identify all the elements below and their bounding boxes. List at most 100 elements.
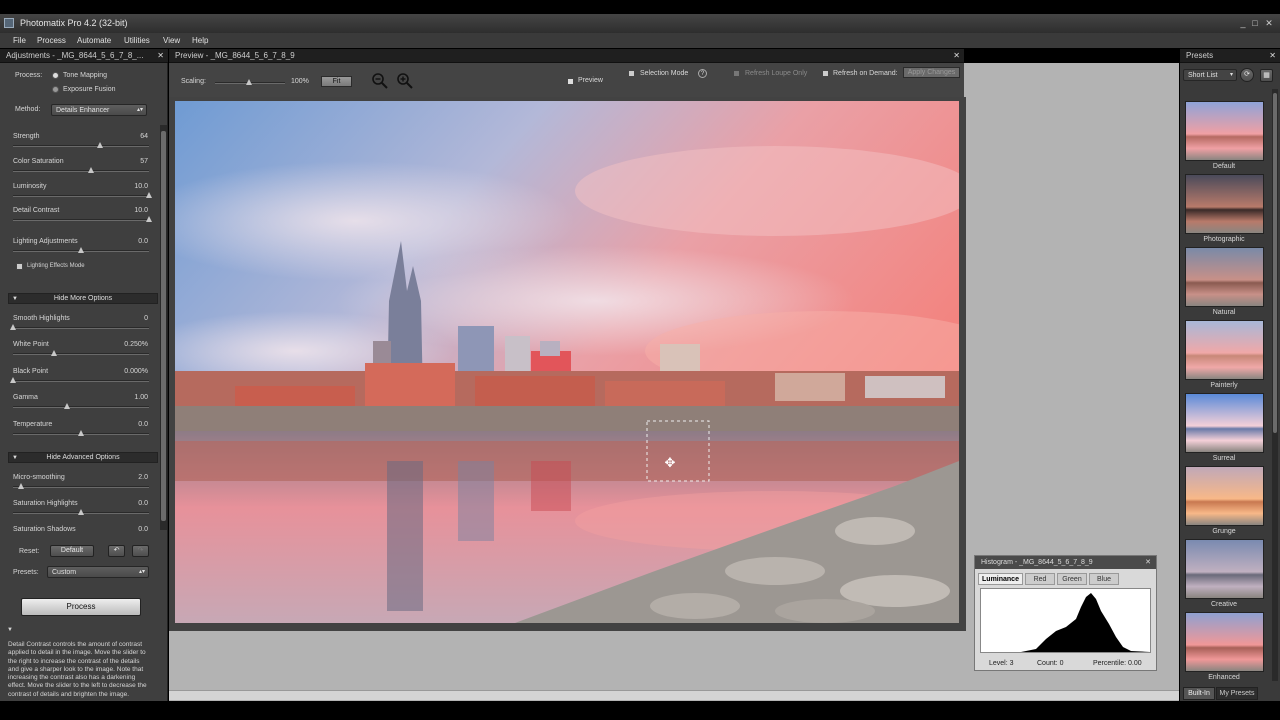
preset-thumb-natural[interactable] [1185,247,1264,307]
histogram-level: Level: 3 [989,660,1014,667]
preview-panel-title: Preview - _MG_8644_5_6_7_8_9 ✕ [169,49,964,63]
micro-smoothing-slider-thumb[interactable] [18,483,25,489]
preset-label-photographic[interactable]: Photographic [1180,236,1268,243]
menu-process[interactable]: Process [37,33,66,48]
tab-my-presets[interactable]: My Presets [1216,687,1258,700]
micro-smoothing-value: 2.0 [138,474,148,481]
preset-view-value: Short List [1188,72,1218,79]
preset-thumb-default[interactable] [1185,101,1264,161]
preset-thumb-photographic[interactable] [1185,174,1264,234]
close-window-icon[interactable]: ✕ [1262,14,1276,33]
tab-luminance[interactable]: Luminance [978,573,1023,585]
fit-button[interactable]: Fit [321,76,352,87]
preset-label-surreal[interactable]: Surreal [1180,455,1268,462]
presets-value: Custom [52,569,77,576]
preset-label-natural[interactable]: Natural [1180,309,1268,316]
preview-checkbox[interactable] [567,78,574,85]
move-cursor-icon: ✥ [664,455,676,470]
histogram-count: Count: 0 [1037,660,1064,667]
preset-label-creative[interactable]: Creative [1180,601,1268,608]
scrollbar-thumb[interactable] [161,131,166,521]
histogram-curve [981,593,1150,652]
selection-mode-checkbox[interactable] [628,70,635,77]
maximize-icon[interactable]: □ [1248,14,1262,33]
help-icon[interactable]: ? [698,69,707,78]
preset-thumb-surreal[interactable] [1185,393,1264,453]
apply-changes-button[interactable]: Apply Changes [903,67,960,78]
zoom-in-icon[interactable] [396,72,414,90]
preset-label-enhanced[interactable]: Enhanced [1180,674,1268,681]
refresh-on-demand-label: Refresh on Demand: [833,70,898,77]
undo-icon[interactable]: ↶ [108,545,125,557]
preset-label-default[interactable]: Default [1180,163,1268,170]
presets-scrollbar[interactable] [1272,89,1278,681]
saturation-shadows-label: Saturation Shadows [13,526,76,531]
close-adjustments-icon[interactable]: ✕ [157,49,164,63]
advanced-options-clip: Micro-smoothing 2.0 Saturation Highlights 0… [0,63,160,531]
window-title: Photomatix Pro 4.2 (32-bit) [20,18,128,28]
scaling-value: 100% [291,78,309,85]
preset-label-grunge[interactable]: Grunge [1180,528,1268,535]
help-collapse-icon[interactable]: ▼ [7,627,13,633]
menu-file[interactable]: File [13,33,26,48]
redo-icon[interactable]: ↷ [132,545,149,557]
histogram-graph[interactable] [980,588,1151,653]
close-histogram-icon[interactable]: ✕ [1145,556,1151,569]
histogram-percentile: Percentile: 0.00 [1093,660,1142,667]
menu-view[interactable]: View [163,33,180,48]
presets-select[interactable]: Custom ▴▾ [47,566,149,578]
scaling-slider-thumb[interactable] [246,79,252,85]
chevron-down-icon: ▾ [1229,72,1233,78]
menu-help[interactable]: Help [192,33,208,48]
micro-smoothing-label: Micro-smoothing [13,474,65,481]
preset-thumb-grunge[interactable] [1185,466,1264,526]
refresh-loupe-checkbox[interactable] [733,70,740,77]
cityscape-image [175,101,959,623]
preset-thumb-creative[interactable] [1185,539,1264,599]
preview-image[interactable] [175,101,959,623]
preset-label-painterly[interactable]: Painterly [1180,382,1268,389]
close-presets-icon[interactable]: ✕ [1269,49,1276,63]
tab-blue[interactable]: Blue [1089,573,1119,585]
saturation-highlights-slider-thumb[interactable] [78,509,84,515]
reset-label: Reset: [19,548,40,555]
adjustments-panel: Process: Tone Mapping Exposure Fusion Me… [0,63,168,701]
chevron-updown-icon: ▴▾ [138,569,145,575]
scrollbar-thumb[interactable] [1273,93,1277,433]
grid-view-icon[interactable]: ▦ [1260,69,1273,82]
close-preview-icon[interactable]: ✕ [953,49,960,63]
adjustments-panel-title: Adjustments - _MG_8644_5_6_7_8_... ✕ [0,49,168,63]
preset-view-select[interactable]: Short List ▾ [1183,69,1237,81]
help-text: Detail Contrast controls the amount of c… [8,641,147,698]
preset-thumb-painterly[interactable] [1185,320,1264,380]
adjustments-title-text: Adjustments - _MG_8644_5_6_7_8_... [6,51,144,60]
preset-thumb-enhanced[interactable] [1185,612,1264,672]
preview-status-bar [169,690,1179,700]
scaling-label: Scaling: [181,78,206,85]
refresh-icon[interactable]: ⟳ [1240,68,1254,82]
histogram-panel: Histogram - _MG_8644_5_6_7_8_9 ✕ Luminan… [974,555,1157,671]
adjustments-scrollbar[interactable] [160,125,167,530]
presets-title-text: Presets [1186,51,1214,60]
menu-utilities[interactable]: Utilities [124,33,150,48]
tab-red[interactable]: Red [1025,573,1055,585]
presets-panel-title: Presets ✕ [1180,49,1280,63]
histogram-title: Histogram - _MG_8644_5_6_7_8_9 ✕ [975,556,1156,569]
zoom-out-icon[interactable] [371,72,389,90]
preview-label: Preview [578,77,603,84]
presets-panel: Short List ▾ ⟳ ▦ Default Photographic Natu… [1180,63,1280,701]
menu-bar: File Process Automate Utilities View Hel… [0,33,1280,48]
selection-mode-label: Selection Mode [640,70,689,77]
tab-green[interactable]: Green [1057,573,1087,585]
process-button[interactable]: Process [21,598,141,616]
refresh-on-demand-checkbox[interactable] [822,70,829,77]
reset-default-button[interactable]: Default [50,545,94,557]
refresh-loupe-label: Refresh Loupe Only [745,70,808,77]
presets-label: Presets: [13,569,39,576]
menu-automate[interactable]: Automate [77,33,111,48]
micro-smoothing-slider[interactable] [13,486,149,488]
bottom-border [0,701,1280,720]
saturation-highlights-value: 0.0 [138,500,148,507]
saturation-highlights-label: Saturation Highlights [13,500,78,507]
tab-built-in[interactable]: Built-In [1183,687,1215,700]
